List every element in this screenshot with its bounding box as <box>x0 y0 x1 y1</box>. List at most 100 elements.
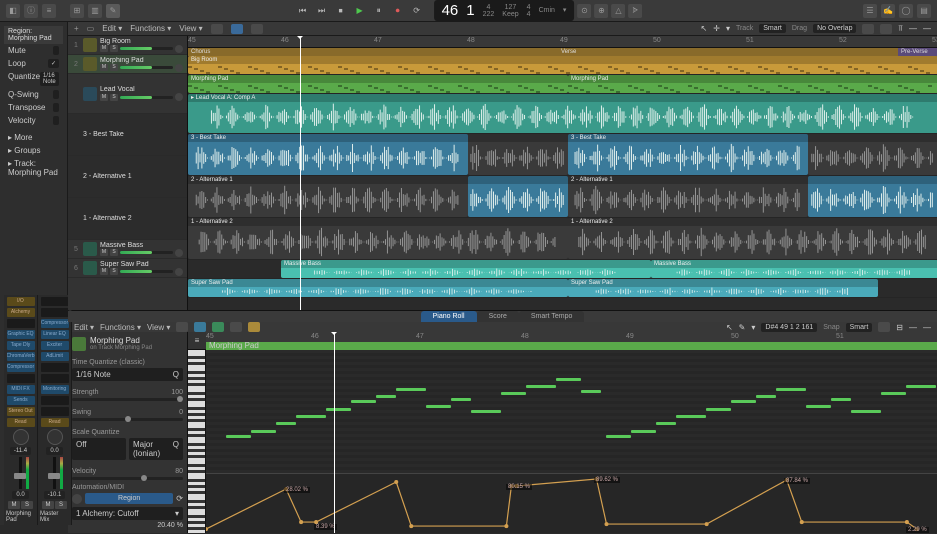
pan-knob[interactable] <box>175 45 183 53</box>
midi-note[interactable] <box>451 398 471 401</box>
piano-keyboard[interactable] <box>188 350 206 533</box>
drag-select[interactable]: No Overlap <box>813 24 856 33</box>
midi-note[interactable] <box>676 415 706 418</box>
fader[interactable] <box>19 457 22 489</box>
insert-slot[interactable]: Read <box>7 418 35 427</box>
midi-note[interactable] <box>731 400 756 403</box>
insert-slot[interactable]: MIDI FX <box>7 385 35 394</box>
pointer-tool-icon[interactable]: ↖ <box>701 24 708 33</box>
pr-automation-icon[interactable] <box>212 322 224 332</box>
inspector-row[interactable]: Q-Swing <box>4 88 63 101</box>
rewind-button[interactable]: ⏮ <box>295 4 311 18</box>
region[interactable]: 1 - Alternative 2 <box>188 218 568 259</box>
insert-slot[interactable] <box>41 374 69 383</box>
lcd-key[interactable]: Cmin <box>539 7 555 14</box>
region[interactable] <box>468 176 568 217</box>
volume-fader[interactable] <box>120 251 173 254</box>
lcd-display[interactable]: 46 1 4222 127Keep 44 Cmin ▾ <box>434 0 575 21</box>
track-header[interactable]: 1 - Alternative 2 <box>68 198 187 240</box>
catch-icon[interactable] <box>211 24 223 34</box>
automation-param-select[interactable]: 1 Alchemy: Cutoff▾ <box>72 507 183 520</box>
pr-tool-menu-icon[interactable]: ▾ <box>751 323 755 332</box>
midi-note[interactable] <box>556 378 581 381</box>
region[interactable]: 2 - Alternative 1 <box>188 176 468 217</box>
track-header[interactable]: 6Super Saw PadMS <box>68 259 187 278</box>
pan-knob[interactable] <box>175 64 183 72</box>
midi-note[interactable] <box>881 392 906 395</box>
tool-menu-icon[interactable]: ▾ <box>726 24 730 33</box>
power-icon[interactable] <box>72 494 82 504</box>
insert-slot[interactable] <box>41 363 69 372</box>
midi-note[interactable] <box>906 385 936 388</box>
region[interactable]: 1 - Alternative 2 <box>568 218 937 259</box>
mute-button[interactable]: M <box>100 249 108 256</box>
mute-button[interactable]: M <box>42 501 54 509</box>
pr-vzoom[interactable]: — <box>909 323 917 332</box>
midi-note[interactable] <box>631 430 656 433</box>
volume-fader[interactable] <box>120 47 173 50</box>
metronome-icon[interactable]: △ <box>611 4 625 18</box>
midi-note[interactable] <box>226 435 251 438</box>
region[interactable]: 2 - Alternative 1 <box>568 176 808 217</box>
master-vol-icon[interactable]: ᗎ <box>628 4 642 18</box>
insert-slot[interactable]: Exciter <box>41 341 69 350</box>
pan-knob[interactable] <box>175 249 183 257</box>
midi-note[interactable] <box>831 398 851 401</box>
automation-icon[interactable] <box>231 24 243 34</box>
midi-note[interactable] <box>376 395 396 398</box>
tuner-icon[interactable]: ⊙ <box>577 4 591 18</box>
track-header[interactable]: 5Massive BassMS <box>68 240 187 259</box>
insert-slot[interactable]: Stereo Out <box>7 407 35 416</box>
region-automation-button[interactable]: Region <box>85 493 173 504</box>
insert-slot[interactable]: ChromaVerb <box>7 352 35 361</box>
pr-zoom-icon[interactable] <box>878 322 890 332</box>
library-icon[interactable]: ◧ <box>6 4 20 18</box>
stop-button[interactable]: ⏹ <box>333 4 349 18</box>
duplicate-track-icon[interactable]: ▭ <box>87 24 95 33</box>
mute-button[interactable]: M <box>100 64 108 71</box>
mute-button[interactable]: M <box>8 501 20 509</box>
db-value[interactable]: 0.0 <box>12 491 28 499</box>
tab-smart-tempo[interactable]: Smart Tempo <box>519 311 585 322</box>
countin-icon[interactable]: ⊕ <box>594 4 608 18</box>
region[interactable]: Morphing Pad <box>188 75 568 93</box>
volume-fader[interactable] <box>120 96 173 99</box>
automation-point[interactable] <box>905 520 909 524</box>
lcd-beat[interactable]: 1 <box>466 2 474 19</box>
solo-button[interactable]: S <box>110 268 118 275</box>
pr-hzoom[interactable]: — <box>923 323 931 332</box>
pr-edit-menu[interactable]: Edit <box>74 323 94 332</box>
midi-note[interactable] <box>526 385 556 388</box>
insert-slot[interactable] <box>41 407 69 416</box>
automation-point[interactable] <box>394 480 398 484</box>
track-header[interactable]: 2Morphing PadMS <box>68 55 187 74</box>
volume-fader[interactable] <box>120 66 173 69</box>
automation-point[interactable] <box>705 522 709 526</box>
snap-select[interactable]: Smart <box>759 24 786 33</box>
insert-slot[interactable]: Tape Dly <box>7 341 35 350</box>
pan-knob[interactable] <box>13 429 29 445</box>
midi-note[interactable] <box>296 415 326 418</box>
pan-knob[interactable] <box>47 429 63 445</box>
solo-button[interactable]: S <box>110 64 118 71</box>
track-header[interactable]: 1Big RoomMS <box>68 36 187 55</box>
marquee-tool-icon[interactable]: ✛ <box>713 24 720 33</box>
midi-note[interactable] <box>706 408 731 411</box>
region[interactable]: Massive Bass <box>651 260 937 278</box>
region[interactable] <box>808 176 937 217</box>
midi-note[interactable] <box>471 410 501 413</box>
insert-slot[interactable]: I/O <box>7 297 35 306</box>
insert-slot[interactable] <box>41 297 69 306</box>
tab-score[interactable]: Score <box>477 311 519 322</box>
db-value[interactable]: -10.1 <box>44 491 66 499</box>
marker[interactable]: Chorus <box>188 48 558 56</box>
insert-slot[interactable]: Monitoring <box>41 385 69 394</box>
solo-button[interactable]: S <box>110 45 118 52</box>
pr-link-icon[interactable] <box>194 322 206 332</box>
waveform-zoom-icon[interactable]: ⫪ <box>898 24 903 34</box>
disclosure-row[interactable]: ▸ More <box>4 131 63 144</box>
insert-slot[interactable] <box>7 319 35 328</box>
insert-slot[interactable]: Alchemy <box>7 308 35 317</box>
smart-controls-icon[interactable]: ⊞ <box>70 4 84 18</box>
region[interactable] <box>808 134 937 175</box>
